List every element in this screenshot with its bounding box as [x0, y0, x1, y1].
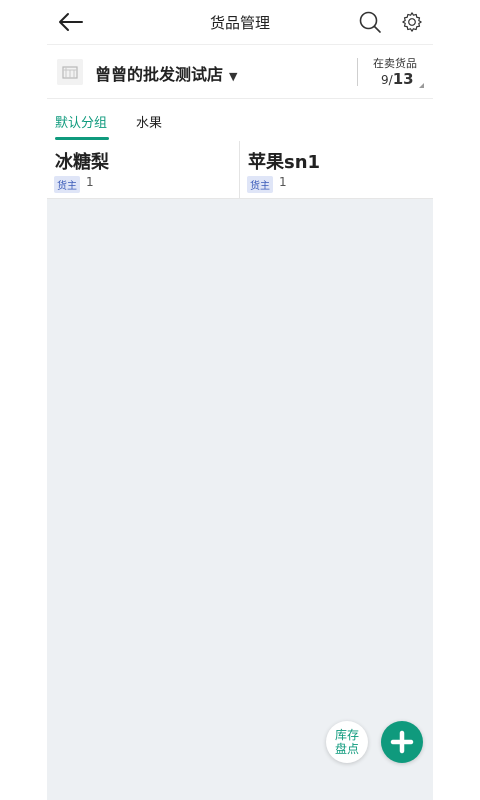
onsale-count[interactable]: 9/13 [381, 70, 414, 88]
dropdown-arrow-icon: ▼ [229, 70, 238, 83]
product-name: 苹果sn1 [248, 152, 321, 173]
main-content: 曾曾的批发测试店 ▼ 在卖货品 9/13 默认分组 水果 冰糖梨 货主 1 苹果s… [47, 44, 433, 800]
shop-bar: 曾曾的批发测试店 ▼ 在卖货品 9/13 [47, 44, 433, 98]
tab-default-group[interactable]: 默认分组 [55, 112, 107, 131]
shop-name: 曾曾的批发测试店 [95, 65, 224, 84]
product-grid: 冰糖梨 货主 1 苹果sn1 货主 1 [47, 141, 433, 199]
add-product-button[interactable] [381, 721, 423, 763]
stocktake-button[interactable]: 库存 盘点 [326, 721, 368, 763]
divider [357, 58, 358, 86]
category-tabs: 默认分组 水果 [47, 98, 433, 141]
shop-logo-icon [57, 59, 83, 85]
plus-icon [390, 730, 414, 754]
search-icon[interactable] [358, 10, 382, 34]
product-quantity: 1 [86, 175, 94, 189]
active-tab-indicator [55, 137, 109, 140]
owner-badge: 货主 [247, 176, 273, 193]
top-bar: 货品管理 [0, 0, 480, 44]
gear-icon[interactable] [401, 11, 423, 33]
corner-triangle-icon [419, 83, 424, 88]
owner-badge: 货主 [54, 176, 80, 193]
onsale-current: 9/ [381, 73, 393, 87]
product-card[interactable]: 苹果sn1 货主 1 [240, 141, 433, 198]
product-card[interactable]: 冰糖梨 货主 1 [47, 141, 240, 198]
shop-selector[interactable]: 曾曾的批发测试店 ▼ [95, 61, 237, 85]
stocktake-label-line1: 库存 [334, 728, 359, 742]
onsale-total: 13 [392, 70, 414, 88]
tab-fruit[interactable]: 水果 [136, 112, 162, 131]
stocktake-label-line2: 盘点 [334, 742, 359, 756]
product-quantity: 1 [279, 175, 287, 189]
onsale-label[interactable]: 在卖货品 [373, 55, 417, 71]
product-name: 冰糖梨 [55, 152, 109, 173]
